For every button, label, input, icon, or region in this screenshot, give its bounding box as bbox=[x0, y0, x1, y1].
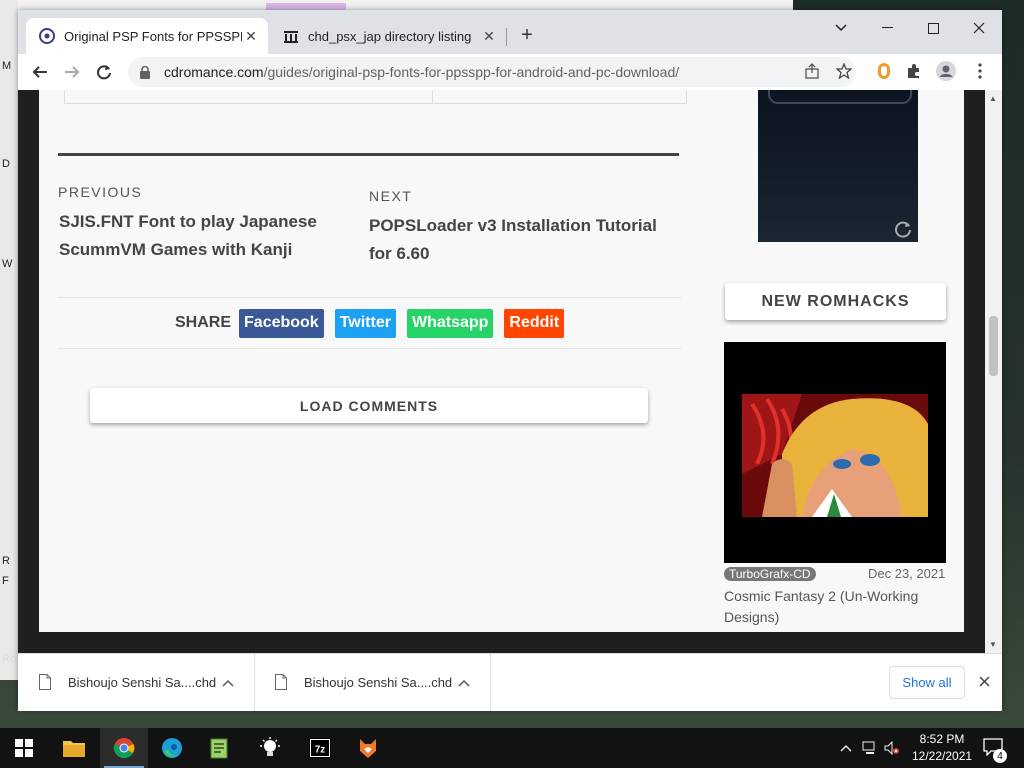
extensions-puzzle-icon[interactable] bbox=[904, 61, 924, 81]
minimize-icon[interactable] bbox=[872, 16, 902, 40]
chevron-up-icon[interactable] bbox=[222, 676, 238, 690]
desktop-text: D bbox=[2, 158, 10, 170]
new-romhacks-heading: NEW ROMHACKS bbox=[725, 283, 946, 320]
cdromance-favicon-icon bbox=[38, 27, 56, 45]
url-path: /guides/original-psp-fonts-for-ppsspp-fo… bbox=[263, 64, 680, 80]
file-explorer-icon[interactable] bbox=[56, 734, 92, 762]
clock-date: 12/22/2021 bbox=[912, 749, 973, 763]
desktop-text: R bbox=[2, 555, 10, 567]
previous-post-link[interactable]: SJIS.FNT Font to play Japanese ScummVM G… bbox=[59, 208, 329, 264]
tray-chevron-up-icon[interactable] bbox=[838, 740, 854, 756]
background-window-left-edge: M D W R F bbox=[0, 0, 18, 680]
share-page-icon[interactable] bbox=[802, 61, 822, 81]
url-host: cdromance.com bbox=[164, 64, 264, 80]
download-item[interactable]: Bishoujo Senshi Sa....chd bbox=[18, 654, 255, 711]
platform-tag[interactable]: TurboGrafx-CD bbox=[724, 567, 816, 581]
romhack-artwork bbox=[742, 394, 928, 517]
close-window-icon[interactable] bbox=[964, 16, 994, 40]
notification-count-badge: 4 bbox=[993, 749, 1007, 763]
table-bottom-edge bbox=[64, 90, 687, 104]
share-twitter-button[interactable]: Twitter bbox=[334, 308, 396, 338]
load-comments-button[interactable]: LOAD COMMENTS bbox=[90, 388, 648, 423]
background-window-edge bbox=[18, 0, 793, 10]
next-post-link[interactable]: POPSLoader v3 Installation Tutorial for … bbox=[369, 212, 679, 268]
extension-adblock-icon[interactable] bbox=[874, 61, 894, 81]
clock-time: 8:52 PM bbox=[919, 732, 965, 746]
file-icon bbox=[275, 673, 289, 692]
scrollbar-thumb[interactable] bbox=[989, 316, 998, 376]
previous-post-label: PREVIOUS bbox=[58, 184, 143, 200]
tab-chd-directory[interactable]: chd_psx_jap directory listing ✕ bbox=[270, 18, 506, 54]
sidebar-ad[interactable] bbox=[758, 90, 918, 242]
svg-text:7z: 7z bbox=[315, 745, 326, 756]
profile-avatar-icon[interactable] bbox=[936, 61, 956, 81]
system-clock[interactable]: 8:52 PM 12/22/2021 bbox=[912, 731, 972, 765]
windows-start-icon[interactable] bbox=[6, 734, 42, 762]
url-text: cdromance.com/guides/original-psp-fonts-… bbox=[164, 64, 679, 80]
address-bar[interactable]: cdromance.com/guides/original-psp-fonts-… bbox=[128, 57, 856, 87]
share-facebook-button[interactable]: Facebook bbox=[239, 308, 324, 338]
bookmark-star-icon[interactable] bbox=[834, 61, 854, 81]
forward-icon[interactable] bbox=[60, 60, 84, 84]
7zip-icon[interactable]: 7z bbox=[302, 734, 338, 762]
download-filename: Bishoujo Senshi Sa....chd bbox=[68, 675, 217, 690]
scroll-up-icon[interactable]: ▲ bbox=[989, 94, 997, 103]
download-filename: Bishoujo Senshi Sa....chd bbox=[304, 675, 453, 690]
tab-close-icon[interactable]: ✕ bbox=[480, 27, 498, 45]
file-icon bbox=[39, 673, 53, 692]
share-bottom-divider bbox=[58, 348, 681, 349]
new-tab-button[interactable]: + bbox=[516, 24, 538, 46]
browser-menu-icon[interactable] bbox=[970, 61, 990, 81]
tab-separator bbox=[506, 28, 507, 46]
browser-toolbar: cdromance.com/guides/original-psp-fonts-… bbox=[18, 54, 1002, 90]
desktop-icon-label: Ro bbox=[2, 653, 17, 665]
share-whatsapp-button[interactable]: Whatsapp bbox=[406, 308, 494, 338]
chrome-icon[interactable] bbox=[106, 734, 142, 762]
romhack-title-link[interactable]: Cosmic Fantasy 2 (Un-Working Designs) bbox=[724, 586, 946, 628]
desktop-text: M bbox=[2, 60, 12, 72]
lightbulb-app-icon[interactable] bbox=[252, 734, 288, 762]
tab-search-dropdown-icon[interactable] bbox=[826, 16, 856, 40]
romhack-thumbnail[interactable] bbox=[724, 342, 946, 563]
download-item[interactable]: Bishoujo Senshi Sa....chd bbox=[254, 654, 491, 711]
share-label: SHARE bbox=[175, 314, 232, 331]
show-all-downloads-button[interactable]: Show all bbox=[889, 666, 965, 699]
tab-title: chd_psx_jap directory listing bbox=[308, 28, 472, 44]
tab-title: Original PSP Fonts for PPSSPP fo bbox=[64, 28, 242, 44]
share-bar: SHARE Facebook Twitter Whatsapp Reddit bbox=[175, 308, 575, 338]
tab-strip: Original PSP Fonts for PPSSPP fo ✕ chd_p… bbox=[18, 10, 1002, 54]
share-reddit-button[interactable]: Reddit bbox=[504, 308, 565, 338]
archive-favicon-icon bbox=[282, 27, 300, 45]
page-content: PREVIOUS SJIS.FNT Font to play Japanese … bbox=[39, 90, 964, 632]
windows-taskbar: 7z 8:52 PM 12/22/2021 4 bbox=[0, 728, 1024, 768]
volume-muted-icon[interactable] bbox=[884, 740, 900, 756]
download-shelf: Bishoujo Senshi Sa....chd Bishoujo Sensh… bbox=[18, 653, 1002, 711]
refresh-icon[interactable] bbox=[894, 220, 912, 238]
page-viewport: PREVIOUS SJIS.FNT Font to play Japanese … bbox=[18, 90, 1002, 653]
notepad-plus-icon[interactable] bbox=[202, 734, 238, 762]
desktop-text: F bbox=[2, 575, 9, 587]
network-icon[interactable] bbox=[862, 740, 878, 756]
next-post-label: NEXT bbox=[369, 188, 413, 204]
maximize-icon[interactable] bbox=[918, 16, 948, 40]
lock-icon[interactable] bbox=[140, 65, 154, 79]
chevron-up-icon[interactable] bbox=[458, 676, 474, 690]
desktop-text: W bbox=[2, 258, 13, 270]
back-icon[interactable] bbox=[28, 60, 52, 84]
scroll-down-icon[interactable]: ▼ bbox=[989, 640, 997, 649]
fox-app-icon[interactable] bbox=[350, 734, 386, 762]
tab-psp-fonts[interactable]: Original PSP Fonts for PPSSPP fo ✕ bbox=[26, 18, 268, 54]
romhack-date: Dec 23, 2021 bbox=[868, 566, 946, 581]
post-navigation-divider bbox=[58, 153, 679, 156]
close-shelf-icon[interactable] bbox=[975, 672, 993, 690]
share-top-divider bbox=[58, 297, 681, 298]
tab-close-icon[interactable]: ✕ bbox=[242, 27, 260, 45]
edge-icon[interactable] bbox=[154, 734, 190, 762]
browser-window: Original PSP Fonts for PPSSPP fo ✕ chd_p… bbox=[18, 10, 1002, 711]
page-scrollbar[interactable]: ▲ ▼ bbox=[985, 90, 1002, 653]
reload-icon[interactable] bbox=[92, 60, 116, 84]
